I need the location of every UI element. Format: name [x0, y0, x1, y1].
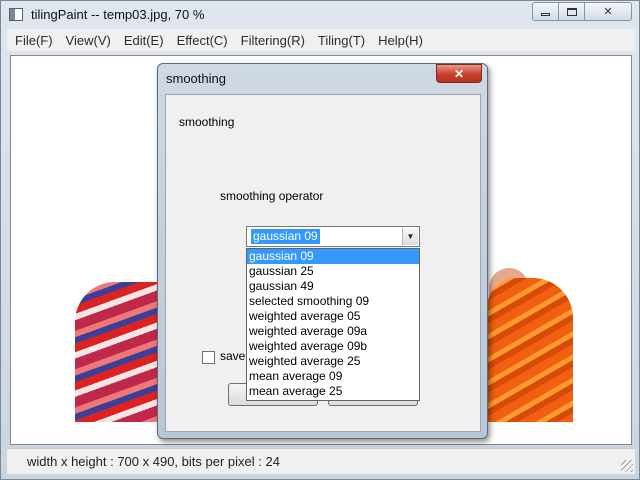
chevron-down-icon[interactable]: ▼ [402, 228, 418, 245]
save-checkbox[interactable] [202, 351, 215, 364]
menu-edit[interactable]: Edit(E) [124, 33, 164, 48]
operator-dropdown-list: gaussian 09 gaussian 25 gaussian 49 sele… [246, 248, 420, 401]
maximize-button[interactable] [558, 2, 585, 21]
dropdown-arrow-glyph: ▼ [406, 232, 415, 241]
dropdown-option[interactable]: weighted average 09a [247, 324, 419, 339]
menu-file[interactable]: File(F) [15, 33, 53, 48]
menu-effect[interactable]: Effect(C) [177, 33, 228, 48]
status-bar: width x height : 700 x 490, bits per pix… [7, 448, 635, 474]
dropdown-option[interactable]: weighted average 05 [247, 309, 419, 324]
status-text: width x height : 700 x 490, bits per pix… [27, 454, 280, 469]
close-icon: ✕ [603, 6, 613, 18]
close-button[interactable]: ✕ [584, 2, 632, 21]
dropdown-option[interactable]: weighted average 25 [247, 354, 419, 369]
save-checkbox-label[interactable]: save [220, 349, 245, 363]
menu-bar: File(F) View(V) Edit(E) Effect(C) Filter… [7, 29, 635, 51]
dropdown-option[interactable]: gaussian 09 [247, 249, 419, 264]
combobox-selected-value: gaussian 09 [251, 229, 320, 244]
photo-sweater-right [487, 278, 573, 422]
minimize-icon [541, 13, 550, 16]
dropdown-option[interactable]: mean average 25 [247, 384, 419, 399]
dialog-title: smoothing [166, 71, 226, 86]
resize-grip-icon[interactable] [621, 460, 633, 472]
minimize-button[interactable] [532, 2, 559, 21]
dropdown-option[interactable]: gaussian 25 [247, 264, 419, 279]
maximize-icon [566, 7, 577, 16]
dropdown-option[interactable]: mean average 09 [247, 369, 419, 384]
group-label: smoothing [179, 115, 235, 129]
operator-label: smoothing operator [220, 189, 324, 203]
operator-combobox[interactable]: gaussian 09 ▼ [246, 226, 420, 247]
menu-filtering[interactable]: Filtering(R) [241, 33, 305, 48]
close-icon: ✕ [453, 66, 465, 81]
dialog-close-button[interactable]: ✕ [436, 64, 482, 83]
menu-help[interactable]: Help(H) [378, 33, 423, 48]
window-title: tilingPaint -- temp03.jpg, 70 % [31, 7, 205, 22]
dialog-body: smoothing smoothing operator save gaussi… [165, 94, 481, 432]
menu-tiling[interactable]: Tiling(T) [318, 33, 365, 48]
title-bar[interactable]: tilingPaint -- temp03.jpg, 70 % ✕ [1, 1, 639, 29]
menu-view[interactable]: View(V) [66, 33, 111, 48]
smoothing-dialog: smoothing ✕ smoothing smoothing operator… [157, 63, 488, 439]
dropdown-option[interactable]: weighted average 09b [247, 339, 419, 354]
dropdown-option[interactable]: selected smoothing 09 [247, 294, 419, 309]
app-window-icon [9, 8, 23, 21]
dropdown-option[interactable]: gaussian 49 [247, 279, 419, 294]
